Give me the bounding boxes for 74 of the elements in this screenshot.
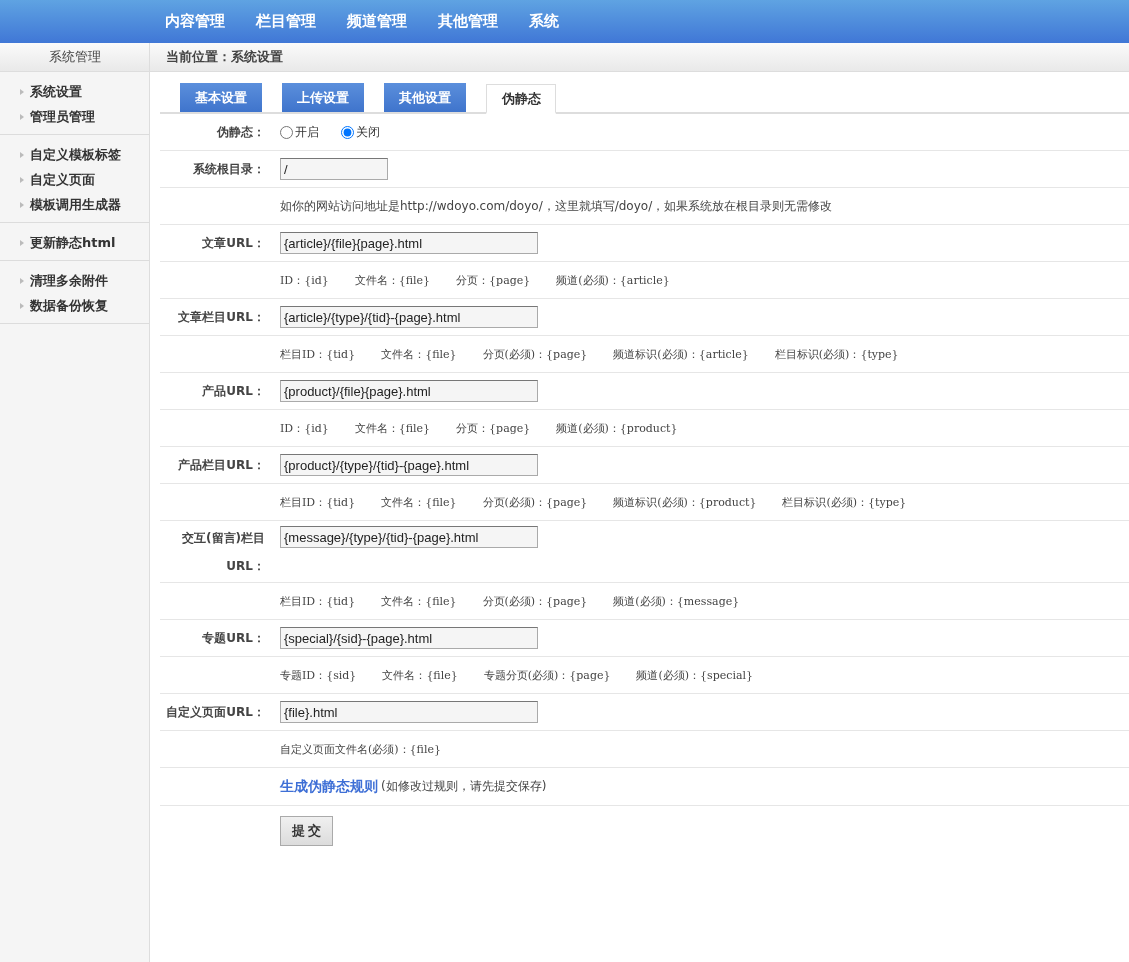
input-field[interactable]: / (280, 158, 388, 180)
field-label: 交互(留言)栏目URL： (181, 530, 266, 575)
hint-text: 频道(必须)：{article} (556, 272, 670, 288)
hint-text: 如你的网站访问地址是http://wdoyo.com/doyo/，这里就填写/doyo/，如果系统放在根目录则无需修改 (280, 197, 833, 215)
input-field[interactable]: {product}/{file}{page}.html (280, 380, 538, 402)
bullet-icon (20, 277, 24, 284)
input-field[interactable]: {article}/{file}{page}.html (280, 232, 538, 254)
hint-text: 分页：{page} (456, 272, 531, 288)
hint-text: 栏目标识(必须)：{type} (782, 494, 907, 510)
field-label: 产品URL： (201, 383, 266, 400)
input-field[interactable]: {special}/{sid}-{page}.html (280, 627, 538, 649)
sidebar-item[interactable]: 管理员管理 (0, 107, 149, 126)
hint-text: 频道(必须)：{product} (556, 420, 678, 436)
hint-text: 频道(必须)：{special} (636, 667, 753, 683)
hint-text: 文件名：{file} (381, 494, 457, 510)
bullet-icon (20, 176, 24, 183)
radio-button[interactable] (280, 125, 293, 139)
hint-text: 自定义页面文件名(必须)：{file} (280, 741, 441, 757)
field-label: 产品栏目URL： (177, 457, 266, 474)
sidebar-item[interactable]: 自定义模板标签 (0, 145, 149, 164)
sidebar-item[interactable]: 清理多余附件 (0, 271, 149, 290)
hint-text: 分页(必须)：{page} (482, 593, 588, 609)
bullet-icon (20, 302, 24, 309)
hint-text: 频道(必须)：{message} (613, 593, 740, 609)
sidebar-item[interactable]: 自定义页面 (0, 170, 149, 189)
input-field[interactable]: {message}/{type}/{tid}-{page}.html (280, 526, 538, 548)
hint-text: 文件名：{file} (381, 346, 457, 362)
hint-text: 栏目ID：{tid} (280, 346, 356, 362)
hint-text: 频道标识(必须)：{product} (613, 494, 757, 510)
hint-text: 分页：{page} (456, 420, 531, 436)
bullet-icon (20, 239, 24, 246)
generate-rules-link[interactable]: 生成伪静态规则 (280, 777, 378, 796)
submit-button[interactable]: 提 交 (280, 816, 333, 846)
hint-text: 文件名：{file} (381, 593, 457, 609)
radio-label[interactable]: 开启 (295, 123, 319, 141)
hint-text: 栏目标识(必须)：{type} (774, 346, 899, 362)
tab[interactable]: 其他设置 (384, 83, 466, 112)
bullet-icon (20, 88, 24, 95)
sidebar-title: 系统管理 (0, 43, 149, 72)
field-label: 伪静态： (215, 124, 266, 141)
tab[interactable]: 伪静态 (486, 84, 556, 114)
field-label: 系统根目录： (192, 161, 266, 178)
field-label: 专题URL： (201, 630, 266, 647)
hint-text: 专题分页(必须)：{page} (483, 667, 611, 683)
hint-text: 栏目ID：{tid} (280, 494, 356, 510)
hint-text: 分页(必须)：{page} (482, 346, 588, 362)
hint-text: 分页(必须)：{page} (482, 494, 588, 510)
hint-text: ID：{id} (280, 272, 329, 288)
hint-text: 频道标识(必须)：{article} (613, 346, 749, 362)
hint-text: 专题ID：{sid} (280, 667, 357, 683)
tab[interactable]: 上传设置 (282, 83, 364, 112)
field-label: 文章栏目URL： (177, 309, 266, 326)
hint-text: ID：{id} (280, 420, 329, 436)
sidebar-item[interactable]: 模板调用生成器 (0, 195, 149, 214)
input-field[interactable]: {product}/{type}/{tid}-{page}.html (280, 454, 538, 476)
bullet-icon (20, 113, 24, 120)
field-label: 文章URL： (201, 235, 266, 252)
hint-text: 栏目ID：{tid} (280, 593, 356, 609)
bullet-icon (20, 201, 24, 208)
sidebar-item[interactable]: 系统设置 (0, 82, 149, 101)
input-field[interactable]: {file}.html (280, 701, 538, 723)
hint-text: 文件名：{file} (354, 272, 431, 288)
radio-button[interactable] (341, 125, 354, 139)
hint-text: 文件名：{file} (354, 420, 431, 436)
hint-text: (如修改过规则，请先提交保存) (381, 778, 547, 795)
breadcrumb: 当前位置：系统设置 (150, 43, 1129, 72)
field-label: 自定义页面URL： (165, 704, 266, 721)
input-field[interactable]: {article}/{type}/{tid}-{page}.html (280, 306, 538, 328)
bullet-icon (20, 151, 24, 158)
sidebar-item[interactable]: 数据备份恢复 (0, 296, 149, 315)
hint-text: 文件名：{file} (382, 667, 458, 683)
sidebar-item[interactable]: 更新静态html (0, 233, 149, 252)
radio-label[interactable]: 关闭 (356, 123, 380, 141)
tab[interactable]: 基本设置 (180, 83, 262, 112)
